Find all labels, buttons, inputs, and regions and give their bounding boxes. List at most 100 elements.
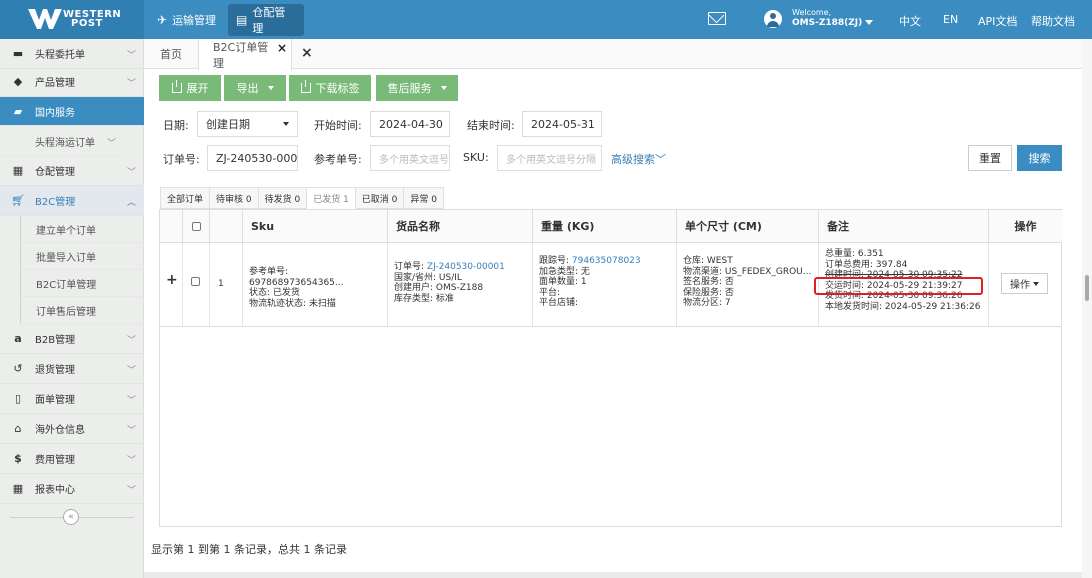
- lang-zh-link[interactable]: 中文: [899, 13, 921, 29]
- sidebar-item-overseas[interactable]: ⌂ 海外仓信息 ﹀: [0, 414, 144, 444]
- sidebar-sub-sea-order[interactable]: 头程海运订单 ﹀: [0, 127, 124, 156]
- sidebar-sub-bulk-import[interactable]: 批量导入订单: [20, 243, 144, 270]
- tab-exception[interactable]: 异常 0: [404, 187, 444, 209]
- end-time-input[interactable]: 2024-05-31: [522, 111, 602, 137]
- amazon-icon: a: [14, 332, 22, 345]
- tab-all-orders[interactable]: 全部订单: [160, 187, 211, 209]
- scrollbar-thumb[interactable]: [1085, 275, 1089, 301]
- cell-goods: 订单号: ZJ-240530-00001 国家/省州: US/IL 创建用户: …: [388, 243, 533, 327]
- user-menu[interactable]: Welcome, OMS-Z188(ZJ): [792, 8, 874, 28]
- order-no-link[interactable]: ZJ-240530-00001: [427, 262, 505, 272]
- sidebar-item-fees[interactable]: $ 费用管理 ﹀: [0, 444, 144, 474]
- sidebar-sub-b2c-orders[interactable]: B2C订单管理: [20, 270, 144, 297]
- tracking-no-label: 跟踪号:: [539, 256, 572, 266]
- export-button[interactable]: 导出: [224, 75, 286, 101]
- sidebar-item-label: 费用管理: [35, 455, 75, 466]
- local-ship-time-text: 本地发货时间: 2024-05-29 21:36:26: [825, 301, 981, 312]
- chevron-down-icon: ﹀: [126, 426, 136, 436]
- close-icon[interactable]: ×: [277, 41, 287, 55]
- sidebar-item-label: 退货管理: [35, 365, 75, 376]
- chevron-down-icon: [1033, 281, 1039, 286]
- sidebar-item-b2b[interactable]: a B2B管理 ﹀: [0, 324, 144, 354]
- topnav-transport-label: 运输管理: [172, 14, 217, 27]
- sidebar-item-warehouse[interactable]: ▦ 仓配管理 ﹀: [0, 156, 144, 186]
- tracking-no-link[interactable]: 794635078023: [572, 256, 641, 266]
- tab-b2c-orders[interactable]: B2C订单管理 ×: [198, 39, 292, 70]
- start-time-input[interactable]: 2024-04-30: [370, 111, 450, 137]
- collapse-sidebar-button[interactable]: «: [63, 509, 79, 525]
- advanced-search-link[interactable]: 高级搜索﹀: [611, 151, 666, 167]
- chevron-down-icon: [267, 86, 274, 90]
- welcome-text: Welcome,: [792, 8, 832, 17]
- date-type-value: 创建日期: [206, 118, 250, 131]
- download-labels-button[interactable]: 下载标签: [289, 75, 371, 101]
- brand-name: WESTERN POST: [63, 10, 121, 29]
- cell-sku: 参考单号: 697868973654365... 状态: 已发货 物流轨迹状态:…: [243, 243, 388, 327]
- select-all-checkbox[interactable]: [191, 221, 201, 231]
- th-expand: [160, 210, 183, 243]
- expand-label: 展开: [186, 82, 209, 95]
- page-tabs: 首页 B2C订单管理 × ×: [144, 39, 1092, 70]
- th-sku: Sku: [243, 210, 388, 243]
- topnav-transport[interactable]: ✈ 运输管理: [149, 4, 224, 36]
- chevron-down-icon: ﹀: [126, 79, 136, 89]
- tab-home[interactable]: 首页: [146, 39, 196, 69]
- folder-icon: ▰: [13, 104, 23, 118]
- cart-icon: 🛒︎: [11, 194, 25, 207]
- api-docs-link[interactable]: API文档: [978, 13, 1017, 29]
- order-no-label: 订单号:: [163, 153, 200, 166]
- export-label: 导出: [236, 82, 259, 95]
- sku-input[interactable]: 多个用英文逗号分隔: [497, 145, 602, 171]
- tab-shipped[interactable]: 已发货 1: [307, 187, 356, 209]
- th-weight: 重量 (KG): [533, 210, 677, 243]
- avatar-icon[interactable]: [764, 10, 782, 28]
- tracking-status-text: 物流轨迹状态: 未扫描: [249, 298, 336, 309]
- chevron-down-icon: ﹀: [126, 366, 136, 376]
- chevron-down-icon: [440, 86, 447, 90]
- expand-row-button[interactable]: +: [160, 243, 183, 327]
- order-no-input[interactable]: ZJ-240530-00001: [207, 145, 298, 171]
- topnav-warehouse[interactable]: ▤ 仓配管理: [228, 4, 304, 36]
- sidebar-sub-label: 建立单个订单: [36, 225, 96, 237]
- th-index: [210, 210, 243, 243]
- sidebar-item-b2c[interactable]: 🛒︎ B2C管理 ︿: [0, 186, 144, 216]
- sidebar-item-reports[interactable]: ▦ 报表中心 ﹀: [0, 474, 144, 504]
- search-button[interactable]: 搜索: [1017, 145, 1062, 171]
- sidebar-item-label: 海外仓信息: [35, 425, 85, 436]
- file-icon: ▯: [14, 392, 22, 405]
- tab-pending-review[interactable]: 待审核 0: [210, 187, 259, 209]
- ref-no-label: 参考单号:: [314, 153, 362, 166]
- mail-icon[interactable]: [708, 12, 726, 25]
- chevron-down-icon: ﹀: [126, 168, 136, 178]
- home-icon: ⌂: [14, 422, 22, 435]
- return-icon: ↺: [13, 362, 23, 375]
- sidebar-item-products[interactable]: ◆ 产品管理 ﹀: [0, 67, 144, 97]
- sidebar-item-inbound[interactable]: ▬ 头程委托单 ﹀: [0, 39, 144, 69]
- lang-en-link[interactable]: EN: [943, 13, 958, 26]
- tab-pending-ship[interactable]: 待发货 0: [258, 187, 308, 209]
- expand-button[interactable]: 展开: [159, 75, 221, 101]
- sidebar-item-returns[interactable]: ↺ 退货管理 ﹀: [0, 354, 144, 384]
- grid-icon: ▦: [12, 164, 24, 177]
- after-sales-button[interactable]: 售后服务: [376, 75, 458, 101]
- tab-cancelled[interactable]: 已取消 0: [355, 187, 405, 209]
- bottom-bar: [144, 572, 1082, 578]
- close-all-tabs-icon[interactable]: ×: [301, 45, 313, 61]
- sidebar-sub-create-order[interactable]: 建立单个订单: [20, 216, 144, 243]
- reset-button[interactable]: 重置: [968, 145, 1012, 171]
- date-type-select[interactable]: 创建日期: [197, 111, 298, 137]
- table-icon: ▦: [12, 482, 24, 495]
- chevron-down-icon: ﹀: [126, 396, 136, 406]
- sidebar-item-labels[interactable]: ▯ 面单管理 ﹀: [0, 384, 144, 414]
- ref-no-input[interactable]: 多个用英文逗号分隔: [370, 145, 450, 171]
- row-index: 1: [210, 243, 243, 327]
- logo[interactable]: WESTERN POST: [0, 0, 144, 39]
- sidebar-sub-after-sales[interactable]: 订单售后管理: [20, 297, 144, 324]
- end-time-label: 结束时间:: [467, 119, 515, 132]
- sidebar-item-domestic[interactable]: ▰ 国内服务: [0, 97, 144, 126]
- row-action-button[interactable]: 操作: [1001, 273, 1048, 294]
- help-docs-link[interactable]: 帮助文档: [1031, 13, 1075, 29]
- scrollbar[interactable]: [1082, 39, 1092, 578]
- highlight-annotation: [814, 277, 983, 295]
- row-checkbox[interactable]: [191, 277, 200, 286]
